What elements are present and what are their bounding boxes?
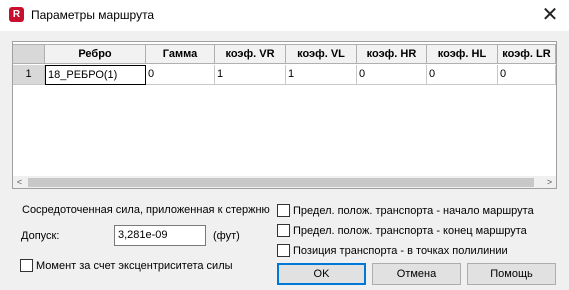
tolerance-label: Допуск: [21,230,60,242]
cell-lr[interactable]: 0 [498,65,556,85]
cell-hl[interactable]: 0 [427,65,498,85]
close-icon[interactable]: ✕ [538,4,562,26]
column-header-edge[interactable]: Ребро [45,44,146,64]
tolerance-unit: (фут) [213,230,240,242]
revit-app-icon: R [9,7,24,22]
cancel-button[interactable]: Отмена [372,263,461,285]
start-limit-label[interactable]: Предел. полож. транспорта - начало маршр… [293,205,534,217]
help-button[interactable]: Помощь [467,263,556,285]
moment-label[interactable]: Момент за счет эксцентриситета силы [36,260,233,272]
window-title: Параметры маршрута [31,8,155,22]
polyline-position-checkbox[interactable] [277,244,290,257]
column-header-vr[interactable]: коэф. VR [215,44,286,64]
cell-hr[interactable]: 0 [357,65,427,85]
start-limit-checkbox[interactable] [277,204,290,217]
end-limit-label[interactable]: Предел. полож. транспорта - конец маршру… [293,225,527,237]
cell-edge[interactable]: 18_РЕБРО(1) [45,65,146,85]
scroll-left-icon[interactable]: < [13,176,26,188]
moment-checkbox[interactable] [20,259,33,272]
column-header-hr[interactable]: коэф. HR [357,44,427,64]
scrollbar-thumb[interactable] [28,178,534,187]
column-header-hl[interactable]: коэф. HL [427,44,498,64]
tolerance-input[interactable]: 3,281e-09 [114,225,206,246]
grid-corner-cell[interactable] [13,44,45,64]
end-limit-checkbox[interactable] [277,224,290,237]
route-params-grid[interactable]: Ребро Гамма коэф. VR коэф. VL коэф. HR к… [12,41,557,189]
horizontal-scrollbar[interactable]: < > [13,176,556,188]
force-group-label: Сосредоточенная сила, приложенная к стер… [22,204,270,216]
cell-vl[interactable]: 1 [286,65,357,85]
cell-vr[interactable]: 1 [215,65,286,85]
polyline-position-label[interactable]: Позиция транспорта - в точках полилинии [293,245,508,257]
column-header-gamma[interactable]: Гамма [146,44,215,64]
column-header-vl[interactable]: коэф. VL [286,44,357,64]
title-bar: R Параметры маршрута ✕ [0,0,569,31]
cell-gamma[interactable]: 0 [146,65,215,85]
grid-header-row: Ребро Гамма коэф. VR коэф. VL коэф. HR к… [13,44,556,64]
table-row[interactable]: 1 18_РЕБРО(1) 0 1 1 0 0 0 [13,65,556,85]
scroll-right-icon[interactable]: > [543,176,556,188]
row-number[interactable]: 1 [13,65,45,85]
ok-button[interactable]: OK [277,263,366,285]
column-header-lr[interactable]: коэф. LR [498,44,556,64]
